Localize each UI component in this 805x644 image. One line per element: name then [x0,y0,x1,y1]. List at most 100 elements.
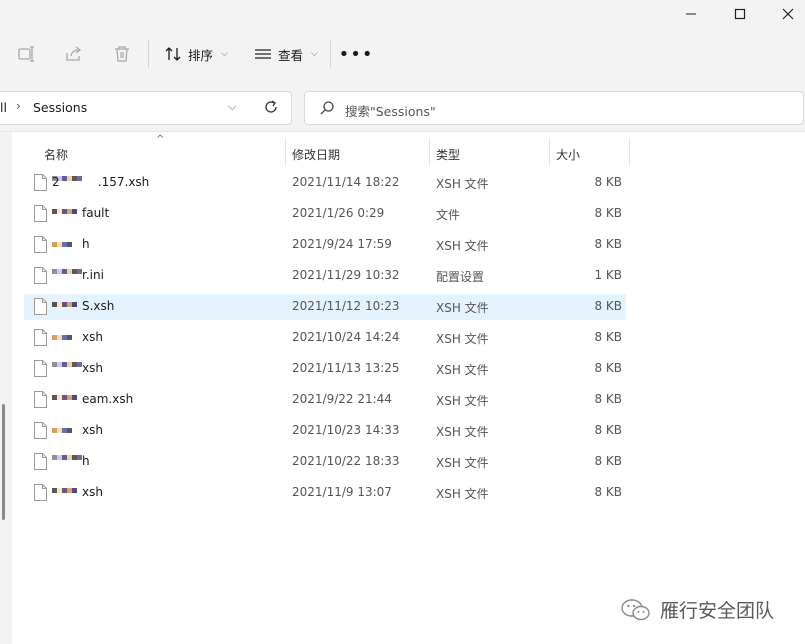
file-size: 1 KB [594,268,622,282]
file-name: h [82,237,90,251]
refresh-icon[interactable] [263,99,279,118]
file-size: 8 KB [594,206,622,220]
file-row[interactable]: 2 .157.xsh 2021/11/14 18:22 XSH 文件 8 KB [24,170,626,196]
sort-button[interactable]: 排序 ⌵ [164,40,228,68]
file-icon [34,205,47,222]
share-button[interactable] [62,42,86,66]
view-button[interactable]: 查看 ⌵ [254,40,318,68]
file-name: eam.xsh [82,392,134,406]
file-icon [34,236,47,253]
file-row[interactable]: r.ini 2021/11/29 10:32 配置设置 1 KB [24,263,626,289]
maximize-button[interactable] [717,0,763,28]
file-modified-date: 2021/11/14 18:22 [292,175,400,189]
file-type: XSH 文件 [436,363,489,377]
title-bar [0,0,805,28]
file-size: 8 KB [594,361,622,375]
file-name: 2 .157.xsh [52,175,150,189]
address-bar[interactable]: ll › Sessions ⌵ [0,91,292,125]
search-box[interactable]: 搜索"Sessions" [304,91,804,125]
breadcrumb-current[interactable]: Sessions [33,100,87,115]
column-divider[interactable] [549,138,550,166]
file-size: 8 KB [594,454,622,468]
sort-ascending-icon: ^ [156,134,165,145]
file-name: r.ini [82,268,104,282]
wechat-logo-icon [621,598,650,620]
redacted-name-mask [52,300,77,314]
file-type: XSH 文件 [436,301,489,315]
navigation-pane-edge [0,132,12,644]
file-size: 8 KB [594,423,622,437]
redacted-name-mask [52,486,77,500]
rename-button[interactable] [14,42,38,66]
file-row[interactable]: xsh 2021/11/13 13:25 XSH 文件 8 KB [24,356,626,382]
column-header-size[interactable]: 大小 [556,140,580,168]
minimize-icon [686,13,696,15]
more-options-button[interactable]: ••• [339,40,373,68]
file-name: xsh [82,485,103,499]
redacted-name-mask [52,331,72,345]
file-modified-date: 2021/10/23 14:33 [292,423,400,437]
toolbar-divider [148,40,149,68]
file-type: XSH 文件 [436,456,489,470]
file-row[interactable]: xsh 2021/10/23 14:33 XSH 文件 8 KB [24,418,626,444]
search-placeholder: 搜索"Sessions" [345,104,436,119]
search-icon [319,100,335,119]
breadcrumb-parent[interactable]: ll [0,100,7,115]
file-type: XSH 文件 [436,177,489,191]
file-icon [34,422,47,439]
file-type: XSH 文件 [436,487,489,501]
file-icon [34,453,47,470]
file-row[interactable]: fault 2021/1/26 0:29 文件 8 KB [24,201,626,227]
file-modified-date: 2021/11/13 13:25 [292,361,400,375]
redacted-name-mask [52,269,82,283]
chevron-down-icon: ⌵ [221,49,228,59]
delete-button[interactable] [110,42,134,66]
chevron-down-icon: ⌵ [311,49,318,59]
scrollbar-thumb[interactable] [2,404,5,520]
file-name: xsh [82,423,103,437]
file-modified-date: 2021/11/9 13:07 [292,485,392,499]
file-row[interactable]: xsh 2021/11/9 13:07 XSH 文件 8 KB [24,480,626,506]
file-list-pane: ^ 名称 修改日期 类型 大小 2 .157.xsh 2021/11/14 18:… [0,132,805,644]
address-dropdown-icon[interactable]: ⌵ [228,100,236,114]
file-type: 配置设置 [436,270,485,284]
file-row[interactable]: eam.xsh 2021/9/22 21:44 XSH 文件 8 KB [24,387,626,413]
file-modified-date: 2021/9/22 21:44 [292,392,392,406]
command-bar: 排序 ⌵ 查看 ⌵ ••• [0,28,805,80]
view-label: 查看 [278,47,304,63]
redacted-name-mask [52,207,77,221]
minimize-button[interactable] [668,0,714,28]
file-row[interactable]: h 2021/10/22 18:33 XSH 文件 8 KB [24,449,626,475]
column-header-name[interactable]: 名称 [44,140,68,168]
column-divider[interactable] [429,138,430,166]
file-icon [34,267,47,284]
redacted-name-mask [52,455,82,469]
navigation-bar: ll › Sessions ⌵ 搜索"Sessions" [0,80,805,132]
file-type: XSH 文件 [436,425,489,439]
file-name: xsh [82,330,103,344]
file-row[interactable]: h 2021/9/24 17:59 XSH 文件 8 KB [24,232,626,258]
file-icon [34,298,47,315]
share-icon [66,46,82,61]
redacted-name-mask [52,238,72,252]
column-header-type[interactable]: 类型 [436,140,460,168]
column-divider[interactable] [629,138,630,166]
file-type: XSH 文件 [436,239,489,253]
redacted-name-mask [52,362,82,376]
file-modified-date: 2021/10/24 14:24 [292,330,400,344]
file-row[interactable]: S.xsh 2021/11/12 10:23 XSH 文件 8 KB [24,294,626,320]
column-header-modified[interactable]: 修改日期 [292,140,340,168]
close-icon [782,8,794,20]
redacted-name-mask [52,424,72,438]
file-size: 8 KB [594,330,622,344]
file-modified-date: 2021/11/12 10:23 [292,299,400,313]
watermark-text: 雁行安全团队 [660,600,775,622]
wechat-watermark: 雁行安全团队 [620,596,774,623]
file-size: 8 KB [594,299,622,313]
file-size: 8 KB [594,237,622,251]
file-name: fault [82,206,110,220]
column-divider[interactable] [285,138,286,166]
close-button[interactable] [765,0,805,28]
file-row[interactable]: xsh 2021/10/24 14:24 XSH 文件 8 KB [24,325,626,351]
file-icon [34,329,47,346]
